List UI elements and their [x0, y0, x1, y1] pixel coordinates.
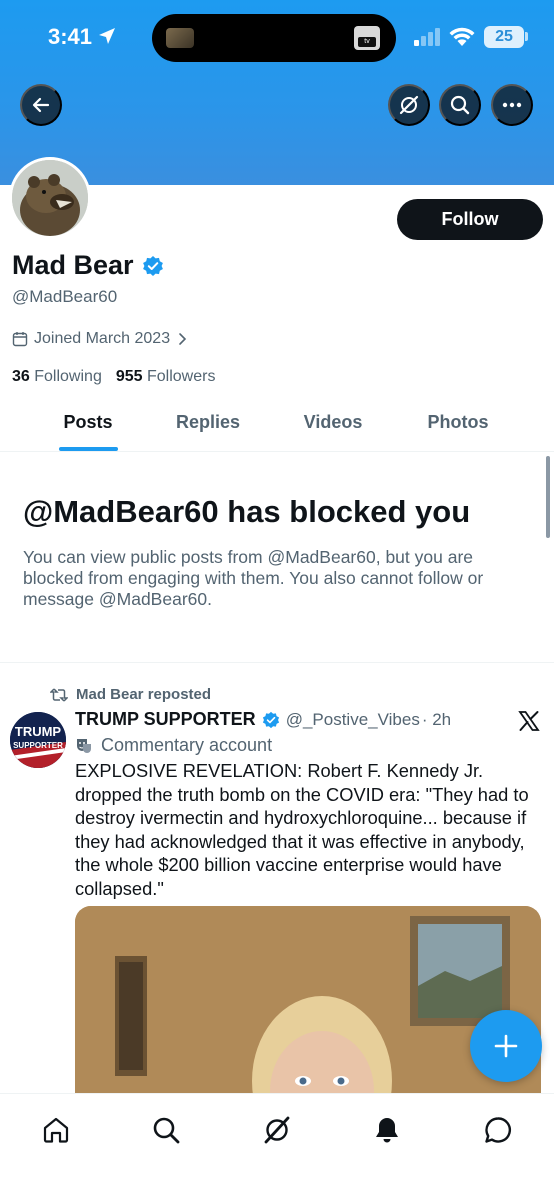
profile-handle: @MadBear60	[12, 287, 118, 306]
joined-date[interactable]: Joined March 2023	[12, 330, 188, 348]
repost-indicator: Mad Bear reposted	[50, 686, 211, 703]
apple-tv-icon: tv	[354, 26, 380, 50]
search-icon	[153, 1117, 180, 1144]
more-button[interactable]	[491, 84, 533, 126]
compose-post-button[interactable]	[470, 1010, 542, 1082]
chevron-right-icon	[179, 333, 187, 345]
tab-replies[interactable]: Replies	[176, 412, 240, 433]
now-playing-thumbnail	[166, 28, 194, 48]
more-icon	[502, 102, 522, 108]
home-icon	[43, 1117, 69, 1143]
x-logo-icon[interactable]	[518, 710, 540, 732]
theater-masks-icon	[77, 738, 91, 753]
location-arrow-icon	[99, 28, 115, 44]
verified-badge-icon[interactable]	[142, 255, 164, 277]
post-time: · 2h	[421, 709, 452, 729]
tab-posts[interactable]: Posts	[63, 412, 112, 433]
repost-label: Mad Bear reposted	[76, 686, 212, 703]
post-image[interactable]	[75, 906, 541, 1106]
section-divider	[0, 662, 554, 663]
back-button[interactable]	[20, 84, 62, 126]
follow-button[interactable]: Follow	[397, 199, 543, 240]
cellular-signal-icon	[414, 28, 440, 46]
nav-notifications[interactable]	[367, 1110, 407, 1150]
svg-text:SUPPORTER: SUPPORTER	[13, 741, 63, 750]
post-author-handle[interactable]: @_Postive_Vibes	[286, 710, 420, 730]
profile-avatar[interactable]	[9, 157, 91, 239]
profile-display-name: Mad Bear	[12, 250, 134, 280]
bottom-navigation	[0, 1093, 554, 1200]
calendar-icon	[12, 332, 28, 347]
verified-badge-icon[interactable]	[262, 711, 280, 729]
profile-tabs: Posts Replies Videos Photos	[0, 400, 554, 452]
nav-grok[interactable]	[257, 1110, 297, 1150]
trump-supporter-logo: TRUMP SUPPORTER	[10, 712, 66, 768]
following-link[interactable]: 36 Following	[12, 368, 102, 386]
followers-link[interactable]: 955 Followers	[116, 368, 216, 386]
follow-stats: 36 Following 955 Followers	[12, 368, 215, 386]
notifications-icon	[376, 1118, 398, 1143]
search-button[interactable]	[439, 84, 481, 126]
profile-name-row: Mad Bear	[12, 250, 164, 281]
dynamic-island: tv	[152, 14, 396, 62]
post-author-avatar[interactable]: TRUMP SUPPORTER	[10, 712, 66, 768]
nav-search[interactable]	[146, 1110, 186, 1150]
grok-icon	[399, 95, 419, 115]
post-photo	[75, 906, 541, 1106]
tab-videos[interactable]: Videos	[304, 412, 363, 433]
commentary-label-row[interactable]: Commentary account	[75, 735, 272, 756]
tab-photos[interactable]: Photos	[428, 412, 489, 433]
blocked-message: You can view public posts from @MadBear6…	[23, 547, 484, 609]
messages-icon	[485, 1117, 512, 1143]
post-header: TRUMP SUPPORTER @_Postive_Vibes · 2h	[75, 709, 451, 730]
nav-messages[interactable]	[478, 1110, 518, 1150]
battery-indicator: 25	[484, 26, 524, 48]
commentary-label: Commentary account	[101, 735, 273, 755]
joined-label: Joined March 2023	[34, 330, 171, 347]
blocked-title: @MadBear60 has blocked you	[23, 494, 471, 529]
status-time: 3:41	[48, 24, 93, 49]
post-author-name[interactable]: TRUMP SUPPORTER	[75, 709, 256, 730]
grok-button[interactable]	[388, 84, 430, 126]
active-tab-indicator	[59, 447, 118, 451]
back-arrow-icon	[32, 97, 50, 113]
wifi-icon	[449, 27, 475, 46]
search-icon	[450, 95, 470, 115]
post-body-text: EXPLOSIVE REVELATION: Robert F. Kennedy …	[75, 760, 529, 899]
bear-avatar-image	[12, 160, 88, 236]
plus-icon	[494, 1034, 518, 1058]
svg-text:TRUMP: TRUMP	[15, 724, 62, 739]
repost-icon	[50, 687, 68, 702]
nav-home[interactable]	[36, 1110, 76, 1150]
scrollbar[interactable]	[546, 456, 550, 538]
grok-icon	[264, 1116, 290, 1144]
